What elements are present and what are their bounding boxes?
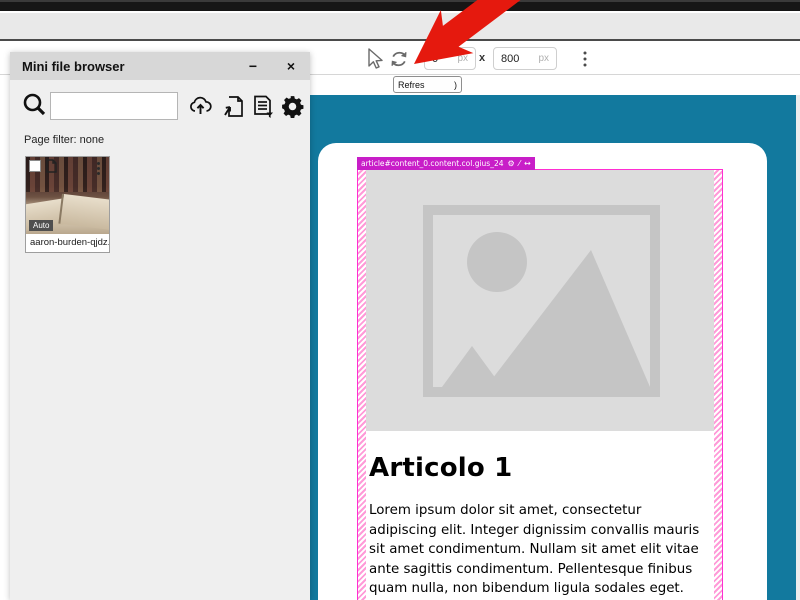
element-inspector-tag[interactable]: article#content_0.content.col.gius_24 ⚙ … (357, 157, 535, 170)
element-edit-icon[interactable]: ⁄ (519, 160, 520, 168)
file-menu-kebab-icon[interactable] (97, 162, 100, 175)
padding-hatch-right (714, 170, 722, 600)
kebab-menu-icon[interactable] (579, 50, 591, 73)
page-height-input[interactable]: 800 px (493, 47, 557, 70)
panel-title: Mini file browser (10, 59, 125, 74)
page-height-unit: px (538, 53, 549, 64)
image-placeholder[interactable] (366, 170, 714, 431)
import-file-icon[interactable] (221, 94, 245, 124)
file-type-icon (45, 159, 57, 178)
upload-cloud-icon[interactable] (188, 94, 213, 124)
search-icon (21, 91, 48, 123)
refresh-icon[interactable] (387, 47, 411, 76)
article-paragraph: Lorem ipsum dolor sit amet, consectetur … (369, 501, 712, 600)
right-edge-strip (796, 95, 800, 600)
page-width-unit: px (457, 53, 468, 64)
element-tag-label: article#content_0.content.col.gius_24 (361, 159, 504, 168)
refresh-tooltip: Refres ) (393, 76, 462, 93)
page-width-value: 0 (432, 53, 438, 65)
mini-file-browser-panel: Mini file browser − × (10, 52, 310, 600)
preview-page-card: article#content_0.content.col.gius_24 ⚙ … (318, 143, 767, 600)
dimension-separator: x (479, 52, 485, 64)
tooltip-text-end: ) (454, 80, 457, 90)
element-resize-icon[interactable]: ↔ (524, 160, 531, 168)
article-title: Articolo 1 (369, 453, 712, 483)
image-placeholder-icon (366, 170, 714, 431)
thumbnail-open-book (58, 194, 109, 230)
cursor-icon[interactable] (364, 47, 386, 76)
file-thumbnail-card[interactable]: Auto aaron-burden-qjdz... (25, 156, 110, 253)
padding-hatch-left (358, 170, 366, 600)
tooltip-text-start: Refres (398, 80, 425, 90)
gear-icon[interactable] (280, 94, 305, 124)
browser-chrome-bar (0, 13, 800, 41)
search-input[interactable] (50, 92, 178, 120)
selected-element-outline[interactable]: Articolo 1 Lorem ipsum dolor sit amet, c… (357, 169, 723, 600)
element-settings-icon[interactable]: ⚙ (508, 160, 515, 168)
file-select-checkbox[interactable] (29, 160, 41, 172)
file-name-label: aaron-burden-qjdz... (26, 234, 109, 252)
file-filter-icon[interactable] (250, 94, 275, 124)
close-button[interactable]: × (278, 52, 304, 80)
file-thumbnail-image: Auto (26, 157, 109, 234)
top-black-bar (0, 0, 800, 11)
page-filter-label: Page filter: none (24, 134, 104, 146)
page-width-input[interactable]: 0 px (424, 47, 476, 70)
page-height-value: 800 (501, 53, 519, 65)
minimize-button[interactable]: − (240, 52, 266, 80)
article-content[interactable]: Articolo 1 Lorem ipsum dolor sit amet, c… (366, 431, 714, 600)
auto-badge: Auto (29, 220, 53, 231)
